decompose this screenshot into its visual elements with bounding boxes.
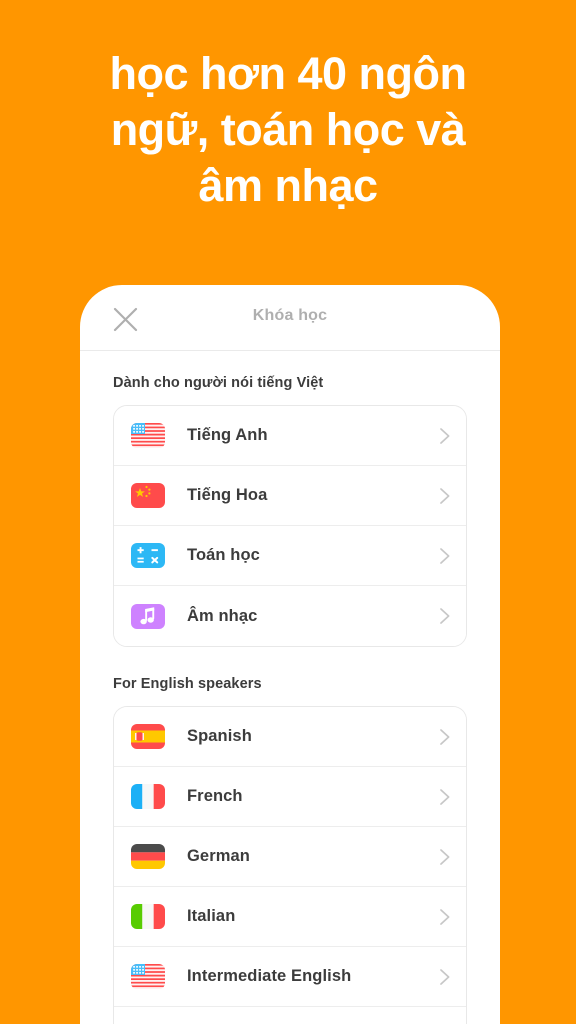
course-row[interactable]: Japanese	[114, 1007, 466, 1024]
flag-de-icon	[131, 844, 165, 869]
headline-line-1: học hơn 40 ngôn	[109, 48, 467, 99]
course-label: Italian	[187, 907, 236, 925]
course-row[interactable]: Âm nhạc	[114, 586, 466, 646]
page-headline: học hơn 40 ngôn ngữ, toán học và âm nhạc	[0, 46, 576, 214]
math-icon	[131, 543, 165, 568]
course-group: Spanish French German Italian Intermedia…	[113, 706, 467, 1024]
chevron-right-icon	[439, 787, 451, 807]
course-label: Spanish	[187, 727, 252, 745]
chevron-right-icon	[439, 967, 451, 987]
sheet-title: Khóa học	[252, 307, 328, 324]
course-row[interactable]: Tiếng Anh	[114, 406, 466, 466]
course-label: Âm nhạc	[187, 606, 258, 625]
course-row[interactable]: Tiếng Hoa	[114, 466, 466, 526]
course-label: Intermediate English	[187, 967, 352, 985]
chevron-right-icon	[439, 847, 451, 867]
chevron-right-icon	[439, 426, 451, 446]
headline-line-2: ngữ, toán học và	[110, 104, 466, 155]
course-row[interactable]: Toán học	[114, 526, 466, 586]
flag-cn-icon	[131, 483, 165, 508]
chevron-right-icon	[439, 486, 451, 506]
course-row[interactable]: Intermediate English	[114, 947, 466, 1007]
chevron-right-icon	[439, 727, 451, 747]
flag-it-icon	[131, 904, 165, 929]
chevron-right-icon	[439, 546, 451, 566]
section-title: For English speakers	[113, 676, 262, 692]
course-label: Toán học	[187, 546, 260, 564]
course-label: French	[187, 787, 243, 805]
sheet-navbar: Khóa học	[80, 285, 500, 351]
course-label: Tiếng Hoa	[187, 486, 268, 504]
flag-us-icon	[131, 964, 165, 989]
course-group: Tiếng Anh Tiếng Hoa Toán học Âm nhạc	[113, 405, 467, 647]
course-label: German	[187, 847, 250, 865]
music-icon	[131, 603, 165, 629]
course-row[interactable]: French	[114, 767, 466, 827]
chevron-right-icon	[439, 606, 451, 626]
course-list: Dành cho người nói tiếng Việt Tiếng Anh T…	[80, 375, 500, 1024]
section-title: Dành cho người nói tiếng Việt	[113, 375, 324, 391]
headline-line-3: âm nhạc	[198, 160, 378, 211]
course-row[interactable]: Italian	[114, 887, 466, 947]
chevron-right-icon	[439, 907, 451, 927]
course-row[interactable]: Spanish	[114, 707, 466, 767]
course-row[interactable]: German	[114, 827, 466, 887]
flag-us-icon	[131, 423, 165, 448]
phone-mockup: Khóa học Dành cho người nói tiếng Việt Ti…	[80, 285, 500, 1024]
course-label: Tiếng Anh	[187, 426, 268, 444]
flag-es-icon	[131, 724, 165, 749]
flag-fr-icon	[131, 784, 165, 809]
